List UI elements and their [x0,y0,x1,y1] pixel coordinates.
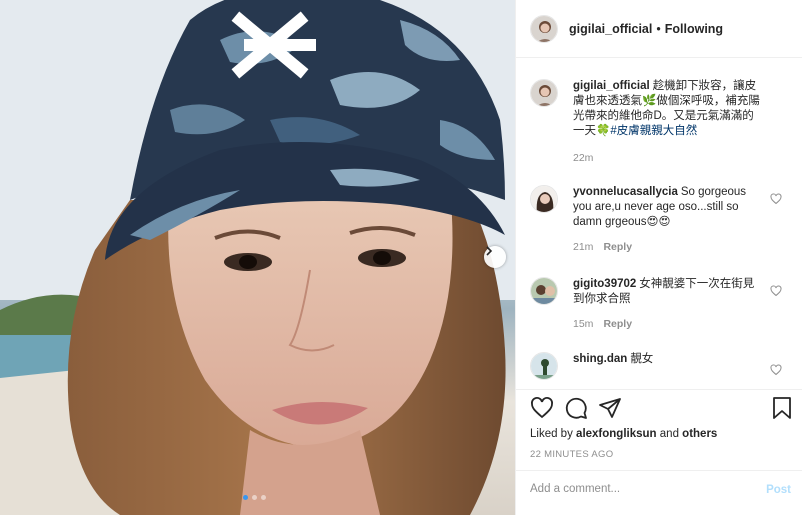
heart-icon[interactable] [770,193,782,205]
reply-button[interactable]: Reply [603,318,632,330]
avatar[interactable] [530,14,558,43]
likes-summary: Liked by alexfongliksun and others [530,428,717,440]
post-button[interactable]: Post [766,484,791,496]
avatar[interactable] [530,277,558,305]
comment-row: shing.dan 靚女 [530,352,790,380]
likes-others-link[interactable]: others [682,428,717,440]
photo-illustration [0,0,515,515]
comment-text: 靚女 [630,353,654,365]
caption-row: gigilai_official 趁機卸下妝容，讓皮膚也來透透氣🌿做個深呼吸，補充… [530,79,790,166]
header-username[interactable]: gigilai_official [569,22,652,36]
reply-button[interactable]: Reply [603,241,632,253]
comment-username[interactable]: gigito39702 [573,278,636,290]
caption-username[interactable]: gigilai_official [573,80,650,92]
heart-icon[interactable] [530,396,554,420]
post-actions: Liked by alexfongliksun and others 22 MI… [516,389,802,469]
chevron-right-icon [486,246,493,256]
liked-by-user[interactable]: alexfongliksun [576,428,657,440]
carousel-dots [243,495,266,500]
caption-time: 22m [573,152,594,164]
avatar[interactable] [530,352,558,380]
following-button[interactable]: Following [665,22,723,36]
hashtag-link[interactable]: #皮膚親親大自然 [610,125,697,137]
bookmark-icon[interactable] [772,396,792,420]
comment-username[interactable]: yvonnelucasallycia [573,186,678,198]
next-photo-button[interactable] [484,246,506,268]
avatar[interactable] [530,185,558,213]
likes-prefix: Liked by [530,428,573,440]
carousel-dot [252,495,257,500]
add-comment-bar: Post [516,470,802,515]
comment-input[interactable] [530,483,750,495]
share-icon[interactable] [598,396,622,420]
comment-username[interactable]: shing.dan [573,353,627,365]
comment-row: gigito39702 女神靚婆下一次在街見到你求合照 15m Reply [530,277,790,332]
comments-list[interactable]: gigilai_official 趁機卸下妝容，讓皮膚也來透透氣🌿做個深呼吸，補充… [516,59,802,389]
avatar[interactable] [530,79,558,107]
comment-time: 15m [573,318,594,330]
post-timestamp[interactable]: 22 MINUTES AGO [530,449,613,460]
comment-time: 21m [573,241,594,253]
comment-icon[interactable] [564,396,588,420]
likes-and: and [659,428,679,440]
heart-icon[interactable] [770,285,782,297]
carousel-dot [243,495,248,500]
post-side-panel: gigilai_official • Following gigilai_off… [515,0,802,515]
post-photo[interactable] [0,0,515,515]
comment-row: yvonnelucasallycia So gorgeous you are,u … [530,185,790,255]
header-separator: • [656,21,661,36]
heart-icon[interactable] [770,364,782,376]
post-header: gigilai_official • Following [516,0,802,58]
carousel-dot [261,495,266,500]
